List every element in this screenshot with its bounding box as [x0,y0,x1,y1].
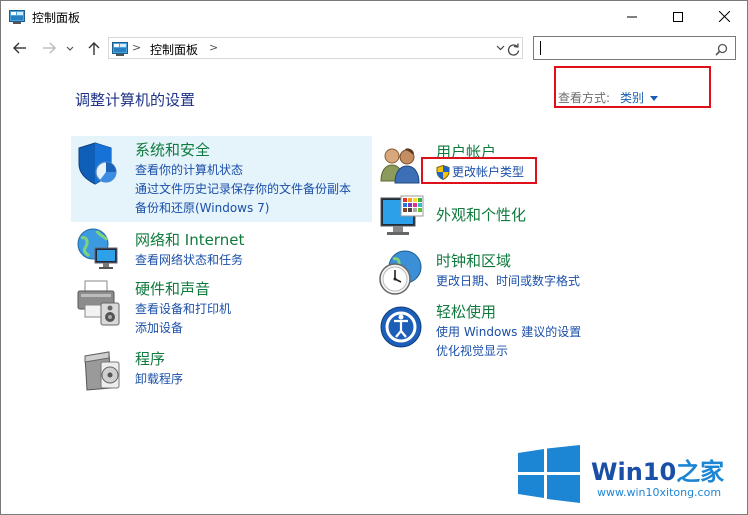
link-windows-recommended-settings[interactable]: 使用 Windows 建议的设置 [436,323,581,342]
up-button[interactable] [86,40,102,56]
link-view-computer-status[interactable]: 查看你的计算机状态 [135,161,351,180]
refresh-icon [507,42,519,56]
red-highlight-user-link [421,157,537,184]
printer-icon[interactable] [75,279,123,331]
page-title: 调整计算机的设置 [75,91,196,109]
back-button[interactable] [12,40,28,56]
maximize-icon [673,11,683,22]
minimize-icon [627,16,637,17]
programs-disc-icon[interactable] [79,348,123,396]
chevron-down-icon [496,45,504,51]
close-icon [718,11,730,22]
category-title[interactable]: 程序 [135,348,183,369]
text-caret [540,41,541,55]
link-devices-printers[interactable]: 查看设备和打印机 [135,300,231,319]
link-optimize-visual-display[interactable]: 优化视觉显示 [436,342,581,361]
category-system-security: 系统和安全 查看你的计算机状态 通过文件历史记录保存你的文件备份副本 备份和还原… [135,139,351,218]
link-uninstall-program[interactable]: 卸载程序 [135,370,183,389]
chevron-down-icon [66,46,74,51]
control-panel-window: 控制面板 > 控制面板 > 调整计算机的设置 查看方式: 类别 系统和安全 查看… [0,0,748,515]
network-globe-icon[interactable] [75,226,121,276]
shield-icon[interactable] [75,140,123,192]
recent-locations-button[interactable] [64,41,76,57]
category-programs: 程序 卸载程序 [135,348,183,389]
control-panel-icon [112,41,128,56]
minimize-button[interactable] [609,1,655,32]
red-highlight-view-by [554,66,711,108]
category-clock-region: 时钟和区域 更改日期、时间或数字格式 [436,250,580,291]
category-title[interactable]: 外观和个性化 [436,204,526,225]
maximize-button[interactable] [655,1,701,32]
link-add-device[interactable]: 添加设备 [135,319,231,338]
clock-globe-icon[interactable] [377,249,425,301]
watermark-url: www.win10xitong.com [597,486,722,499]
arrow-up-icon [88,42,100,55]
category-appearance: 外观和个性化 [436,204,526,225]
window-title: 控制面板 [32,11,81,25]
category-title[interactable]: 系统和安全 [135,139,351,160]
address-bar[interactable]: > 控制面板 > [108,37,523,59]
link-change-date-time[interactable]: 更改日期、时间或数字格式 [436,272,580,291]
monitor-palette-icon[interactable] [379,194,427,246]
category-title[interactable]: 网络和 Internet [135,229,244,250]
title-bar: 控制面板 [1,1,747,32]
category-title[interactable]: 时钟和区域 [436,250,580,271]
search-icon[interactable] [715,41,728,60]
watermark-brand-suffix: 之家 [676,458,725,486]
breadcrumb-separator[interactable]: > [209,41,218,54]
close-button[interactable] [701,1,747,32]
refresh-button[interactable] [505,41,521,57]
control-panel-icon [9,9,25,24]
link-file-history[interactable]: 通过文件历史记录保存你的文件备份副本 [135,180,351,199]
link-network-status[interactable]: 查看网络状态和任务 [135,251,244,270]
users-icon[interactable] [379,145,423,189]
watermark-brand: Win10之家 [591,452,724,487]
link-backup-restore[interactable]: 备份和还原(Windows 7) [135,199,351,218]
category-title[interactable]: 硬件和声音 [135,278,231,299]
forward-button[interactable] [41,40,57,56]
ease-of-access-icon[interactable] [379,305,423,353]
breadcrumb-separator[interactable]: > [132,41,141,54]
arrow-left-icon [13,42,26,54]
watermark-brand-name: Win10 [591,458,677,486]
arrow-right-icon [43,42,56,54]
breadcrumb-control-panel[interactable]: 控制面板 [150,41,198,58]
category-title[interactable]: 轻松使用 [436,301,581,322]
category-network-internet: 网络和 Internet 查看网络状态和任务 [135,229,244,270]
search-input[interactable] [533,36,736,60]
windows-logo-icon [518,445,580,507]
category-hardware-sound: 硬件和声音 查看设备和打印机 添加设备 [135,278,231,338]
category-ease-of-access: 轻松使用 使用 Windows 建议的设置 优化视觉显示 [436,301,581,361]
